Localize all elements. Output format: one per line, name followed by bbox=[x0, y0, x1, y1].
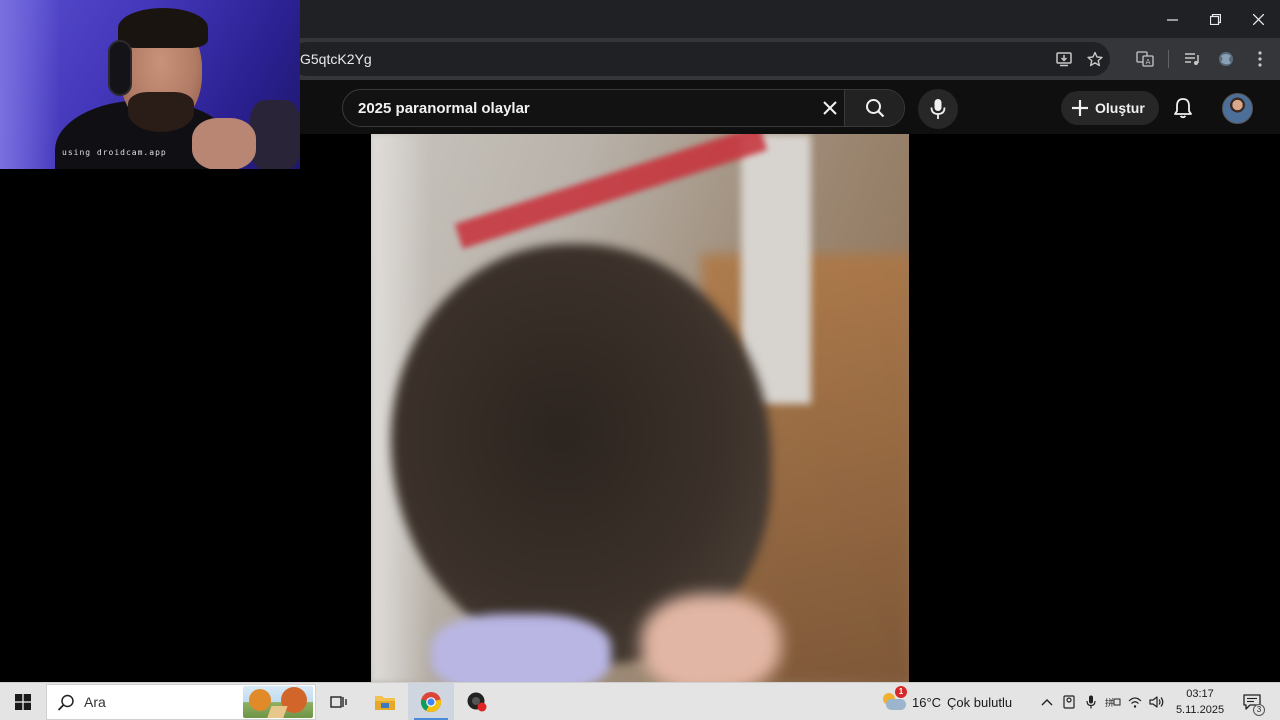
microphone-icon bbox=[930, 99, 946, 119]
video-frame-region bbox=[454, 134, 768, 249]
recorder-app-button[interactable] bbox=[454, 683, 500, 720]
video-player[interactable] bbox=[371, 134, 909, 682]
search-highlight-image[interactable] bbox=[243, 686, 313, 718]
speaker-icon bbox=[1149, 696, 1164, 708]
webcam-chair bbox=[250, 100, 300, 169]
install-app-button[interactable] bbox=[1048, 42, 1079, 76]
svg-text:A: A bbox=[1146, 58, 1151, 66]
microphone-icon bbox=[1086, 695, 1096, 709]
media-control-icon bbox=[1185, 53, 1199, 65]
search-highlight-image-part bbox=[249, 689, 271, 711]
wifi-icon bbox=[1128, 697, 1142, 708]
search-icon bbox=[865, 99, 884, 118]
chevron-up-icon bbox=[1041, 699, 1053, 706]
youtube-search-button[interactable] bbox=[844, 90, 904, 126]
microphone-tray-button[interactable] bbox=[1080, 683, 1102, 720]
webcam-headset bbox=[108, 40, 132, 96]
wifi-button[interactable] bbox=[1124, 683, 1146, 720]
camera-tray-button[interactable] bbox=[1058, 683, 1080, 720]
install-app-icon bbox=[1055, 52, 1072, 67]
extensions-area: A bbox=[1128, 42, 1277, 76]
input-method-button[interactable]: 拼 bbox=[1102, 683, 1124, 720]
voice-search-button[interactable] bbox=[918, 89, 958, 129]
system-tray: 拼 bbox=[1036, 683, 1168, 720]
weather-alert-badge: 1 bbox=[895, 686, 907, 698]
extension-icon bbox=[1219, 52, 1233, 66]
minimize-button[interactable] bbox=[1151, 0, 1194, 38]
youtube-search-input[interactable] bbox=[343, 90, 838, 126]
camera-icon bbox=[1063, 695, 1075, 709]
webcam-person-hair bbox=[118, 8, 208, 48]
weather-temperature: 16°C bbox=[912, 694, 942, 710]
webcam-overlay: using droidcam.app bbox=[0, 0, 300, 169]
youtube-search-box bbox=[342, 89, 905, 127]
video-frame-region bbox=[641, 594, 781, 682]
webcam-background bbox=[0, 0, 60, 169]
recorder-app-icon bbox=[467, 692, 487, 712]
browser-menu-button[interactable] bbox=[1243, 42, 1277, 76]
webcam-person-beard bbox=[128, 92, 194, 132]
bookmark-button[interactable] bbox=[1079, 42, 1110, 76]
svg-text:拼: 拼 bbox=[1105, 697, 1114, 708]
omnibox-actions bbox=[1048, 42, 1110, 76]
extension-button[interactable] bbox=[1209, 42, 1243, 76]
notification-count-badge: 3 bbox=[1253, 704, 1265, 716]
task-view-button[interactable] bbox=[316, 683, 362, 720]
task-view-icon bbox=[330, 696, 347, 708]
create-label: Oluştur bbox=[1095, 100, 1145, 116]
translate-icon: A bbox=[1136, 51, 1154, 67]
windows-logo-icon bbox=[15, 694, 31, 710]
url-text[interactable]: G5qtcK2Yg bbox=[300, 42, 372, 76]
webcam-person-hand bbox=[192, 118, 256, 169]
chrome-icon bbox=[420, 692, 442, 713]
minimize-icon bbox=[1167, 18, 1178, 21]
taskbar-search-placeholder: Ara bbox=[84, 694, 106, 710]
clock-time: 03:17 bbox=[1186, 688, 1214, 700]
account-avatar[interactable] bbox=[1222, 93, 1253, 124]
bell-icon bbox=[1174, 98, 1192, 119]
restore-button[interactable] bbox=[1194, 0, 1237, 38]
address-bar[interactable]: G5qtcK2Yg bbox=[290, 42, 1110, 76]
partly-cloudy-icon: 1 bbox=[880, 686, 907, 712]
file-explorer-icon bbox=[375, 696, 395, 710]
menu-kebab-icon bbox=[1258, 51, 1262, 67]
keyboard-language-icon: 拼 bbox=[1105, 697, 1121, 708]
restore-icon bbox=[1210, 13, 1221, 25]
plus-icon bbox=[1072, 100, 1088, 116]
taskbar-clock[interactable]: 03:17 5.11.2025 bbox=[1172, 686, 1228, 718]
weather-icon-cloud bbox=[886, 699, 906, 710]
start-button[interactable] bbox=[0, 683, 46, 720]
media-control-button[interactable] bbox=[1175, 42, 1209, 76]
clock-date: 5.11.2025 bbox=[1175, 704, 1225, 716]
bookmark-star-icon bbox=[1086, 51, 1103, 67]
webcam-watermark: using droidcam.app bbox=[62, 148, 167, 157]
show-hidden-icons-button[interactable] bbox=[1036, 683, 1058, 720]
notifications-button[interactable] bbox=[1166, 91, 1200, 125]
toolbar-separator bbox=[1168, 50, 1169, 68]
translate-button[interactable]: A bbox=[1128, 42, 1162, 76]
search-highlight-image-part bbox=[266, 706, 288, 718]
taskbar-search[interactable]: Ara bbox=[46, 684, 316, 720]
clear-search-button[interactable] bbox=[813, 90, 847, 126]
notification-center-button[interactable]: 3 bbox=[1238, 683, 1266, 720]
close-window-button[interactable] bbox=[1237, 0, 1280, 38]
file-explorer-button[interactable] bbox=[362, 683, 408, 720]
windows-taskbar: Ara 1 16°C Çok bulutlu 拼 03:17 5.11.2025… bbox=[0, 682, 1280, 720]
create-button[interactable]: Oluştur bbox=[1061, 91, 1159, 125]
close-icon bbox=[823, 101, 837, 115]
weather-widget[interactable]: 1 16°C Çok bulutlu bbox=[880, 683, 1012, 720]
search-icon bbox=[57, 694, 74, 711]
close-icon bbox=[1253, 13, 1264, 25]
video-frame-region bbox=[431, 614, 611, 682]
weather-condition: Çok bulutlu bbox=[947, 694, 1013, 710]
window-controls bbox=[1151, 0, 1280, 38]
volume-button[interactable] bbox=[1146, 683, 1168, 720]
chrome-taskbar-button[interactable] bbox=[408, 683, 454, 720]
